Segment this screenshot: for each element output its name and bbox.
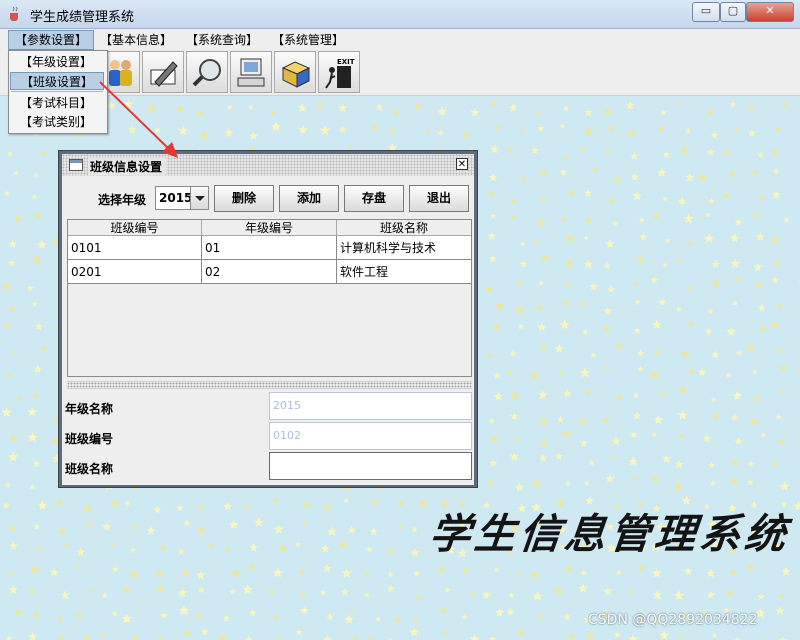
calligraphy-title: 学生信息管理系统 <box>427 510 793 558</box>
watermark-text: CSDN @QQ2892034822 <box>588 612 758 628</box>
